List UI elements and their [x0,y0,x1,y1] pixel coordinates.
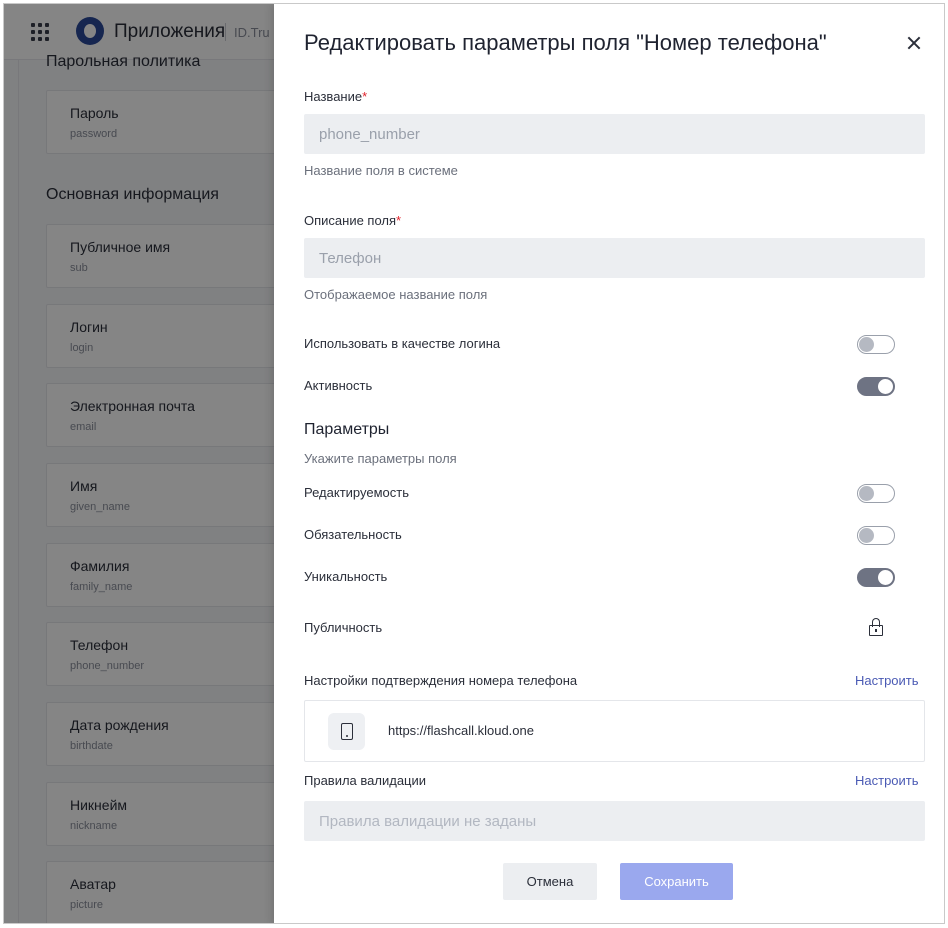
use-as-login-toggle[interactable] [857,335,895,354]
required-mark: * [396,213,402,228]
phone-provider-card: https://flashcall.kloud.one [304,700,925,762]
cancel-button[interactable]: Отмена [503,863,597,900]
window: Приложения ID.Tru Парольная политика Пар… [3,3,945,924]
validation-label: Правила валидации [304,773,427,788]
phone-icon [328,713,365,750]
drawer-title: Редактировать параметры поля "Номер теле… [304,30,827,55]
name-field-label: Название* [304,89,368,104]
name-field-hint: Название поля в системе [304,163,458,178]
phone-confirmation-configure-link[interactable]: Настроить [855,673,919,688]
public-label: Публичность [304,620,383,635]
description-field-hint: Отображаемое название поля [304,287,488,302]
description-input[interactable]: Телефон [304,238,925,278]
name-input[interactable]: phone_number [304,114,925,154]
close-icon[interactable] [905,34,923,52]
edit-field-drawer: Редактировать параметры поля "Номер теле… [274,4,944,923]
validation-rules-field: Правила валидации не заданы [304,801,925,841]
unique-toggle[interactable] [857,568,895,587]
modal-overlay[interactable] [4,4,276,923]
activity-label: Активность [304,378,373,393]
activity-toggle[interactable] [857,377,895,396]
validation-configure-link[interactable]: Настроить [855,773,919,788]
required-label: Обязательность [304,527,402,542]
use-as-login-label: Использовать в качестве логина [304,336,501,351]
required-mark: * [362,89,368,104]
required-toggle[interactable] [857,526,895,545]
description-field-label: Описание поля* [304,213,402,228]
params-subtitle: Укажите параметры поля [304,451,457,466]
unique-label: Уникальность [304,569,388,584]
editable-toggle[interactable] [857,484,895,503]
editable-label: Редактируемость [304,485,409,500]
params-title: Параметры [304,421,390,438]
phone-confirmation-label: Настройки подтверждения номера телефона [304,673,578,688]
provider-url: https://flashcall.kloud.one [388,723,534,738]
save-button[interactable]: Сохранить [620,863,733,900]
lock-icon [868,618,884,636]
